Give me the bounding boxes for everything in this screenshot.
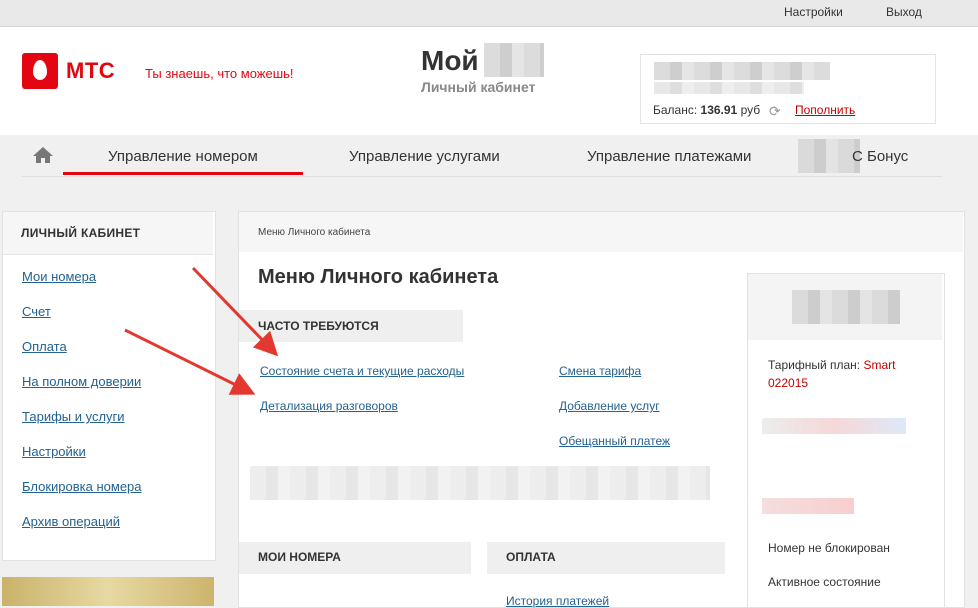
redacted-phone-number <box>484 43 544 77</box>
status-not-blocked: Номер не блокирован <box>768 541 890 555</box>
nav-tab-services[interactable]: Управление услугами <box>349 148 500 165</box>
breadcrumb: Меню Личного кабинета <box>258 227 371 238</box>
link-add-services[interactable]: Добавление услуг <box>559 399 660 413</box>
balance-label: Баланс: <box>653 103 698 117</box>
redacted-account-info <box>654 82 804 94</box>
page-header-subtitle: Личный кабинет <box>421 79 536 95</box>
link-change-tariff[interactable]: Смена тарифа <box>559 364 641 378</box>
tariff-plan-name[interactable]: Smart <box>863 358 895 372</box>
nav-tab-payments[interactable]: Управление платежами <box>587 148 751 165</box>
page-title: Меню Личного кабинета <box>258 266 499 288</box>
nav-active-indicator <box>63 172 303 175</box>
sidebar-item-settings[interactable]: Настройки <box>22 444 86 459</box>
frequent-heading: ЧАСТО ТРЕБУЮТСЯ <box>258 319 379 333</box>
balance-currency: руб <box>740 103 761 117</box>
sidebar-item-my-numbers[interactable]: Мои номера <box>22 269 96 284</box>
balance-value: 136.91 <box>700 103 738 117</box>
logout-link[interactable]: Выход <box>886 5 922 19</box>
promo-banner[interactable] <box>2 577 214 606</box>
sidebar-item-payment[interactable]: Оплата <box>22 339 67 354</box>
tariff-plan-code[interactable]: 022015 <box>768 376 808 390</box>
numbers-section-heading: МОИ НОМЕРА <box>258 550 341 564</box>
redacted-card-number <box>792 290 900 324</box>
sidebar-item-account[interactable]: Счет <box>22 304 51 319</box>
redacted-card-info-2 <box>762 498 854 514</box>
redacted-card-info-1 <box>762 418 906 434</box>
mts-logo-icon[interactable] <box>22 53 58 89</box>
sidebar-item-full-trust[interactable]: На полном доверии <box>22 374 141 389</box>
topup-link[interactable]: Пополнить <box>795 103 855 117</box>
top-utility-bar: Настройки Выход <box>0 0 978 27</box>
slogan: Ты знаешь, что можешь! <box>145 66 294 81</box>
payment-section-heading: ОПЛАТА <box>506 550 556 564</box>
sidebar-heading: ЛИЧНЫЙ КАБИНЕТ <box>21 226 141 240</box>
page-header-title: Мой <box>421 45 479 76</box>
sidebar-item-block-number[interactable]: Блокировка номера <box>22 479 142 494</box>
mts-logo-text[interactable]: МТС <box>66 58 115 84</box>
tariff-plan: Тарифный план: Smart <box>768 358 896 372</box>
nav-tab-number[interactable]: Управление номером <box>108 148 258 165</box>
redacted-account-name <box>654 62 830 80</box>
refresh-icon[interactable]: ⟳ <box>769 103 781 120</box>
link-promised-payment[interactable]: Обещанный платеж <box>559 434 670 448</box>
tariff-plan-label: Тарифный план: <box>768 358 861 372</box>
redacted-content-row <box>250 466 710 500</box>
settings-link[interactable]: Настройки <box>784 5 843 19</box>
link-call-details[interactable]: Детализация разговоров <box>260 399 398 413</box>
sidebar-item-archive[interactable]: Архив операций <box>22 514 120 529</box>
sidebar-item-tariffs[interactable]: Тарифы и услуги <box>22 409 125 424</box>
redacted-nav-segment <box>798 139 860 173</box>
home-icon[interactable] <box>32 146 54 164</box>
link-balance-expenses[interactable]: Состояние счета и текущие расходы <box>260 364 464 378</box>
balance-text: Баланс: 136.91 руб <box>653 103 760 117</box>
status-active: Активное состояние <box>768 575 881 589</box>
nav-tab-bonus[interactable]: С Бонус <box>852 148 908 165</box>
